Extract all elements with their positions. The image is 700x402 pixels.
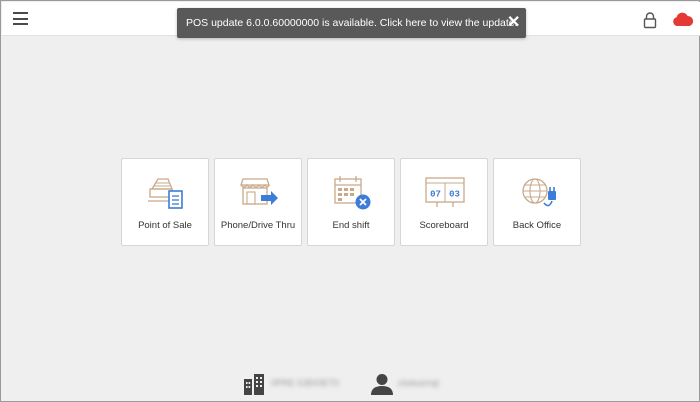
scoreboard-tile[interactable]: 07 03 Scoreboard [400,158,488,246]
app-window: POS update 6.0.0.60000000 is available. … [0,0,700,402]
back-office-tile[interactable]: Back Office [493,158,581,246]
phone-drive-thru-icon [240,178,278,205]
update-notification[interactable]: POS update 6.0.0.60000000 is available. … [177,8,526,38]
update-notification-text[interactable]: POS update 6.0.0.60000000 is available. … [186,17,518,30]
close-icon[interactable]: ✕ [507,15,520,31]
tile-label-back-office: Back Office [512,220,562,231]
tile-label-scoreboard: Scoreboard [419,220,469,231]
lock-icon[interactable] [643,11,657,29]
point-of-sale-tile[interactable]: Point of Sale [121,158,209,246]
user-name: clsdusrnqt [398,378,440,388]
user-icon [371,374,393,395]
phone-drive-thru-tile[interactable]: Phone/Drive Thru [214,158,302,246]
point-of-sale-icon [148,178,183,209]
cloud-icon[interactable] [672,12,694,27]
hamburger-icon[interactable] [13,12,28,25]
building-icon [244,374,264,395]
tile-label-point-of-sale: Point of Sale [138,220,192,231]
scoreboard-icon: 07 03 [425,177,465,207]
launcher-tiles: Point of Sale Phone/Drive Thru End shift… [121,158,583,246]
end-shift-icon [334,176,371,210]
scoreboard-left-digits: 07 [430,190,441,200]
tile-label-end-shift: End shift [332,220,370,231]
tile-label-phone-drive-thru: Phone/Drive Thru [220,220,296,231]
scoreboard-right-digits: 03 [449,190,460,200]
end-shift-tile[interactable]: End shift [307,158,395,246]
store-id: 0PRE 0J8X0ET0 [271,378,340,388]
back-office-icon [522,178,556,207]
status-footer: 0PRE 0J8X0ET0 clsdusrnqt [243,373,473,395]
